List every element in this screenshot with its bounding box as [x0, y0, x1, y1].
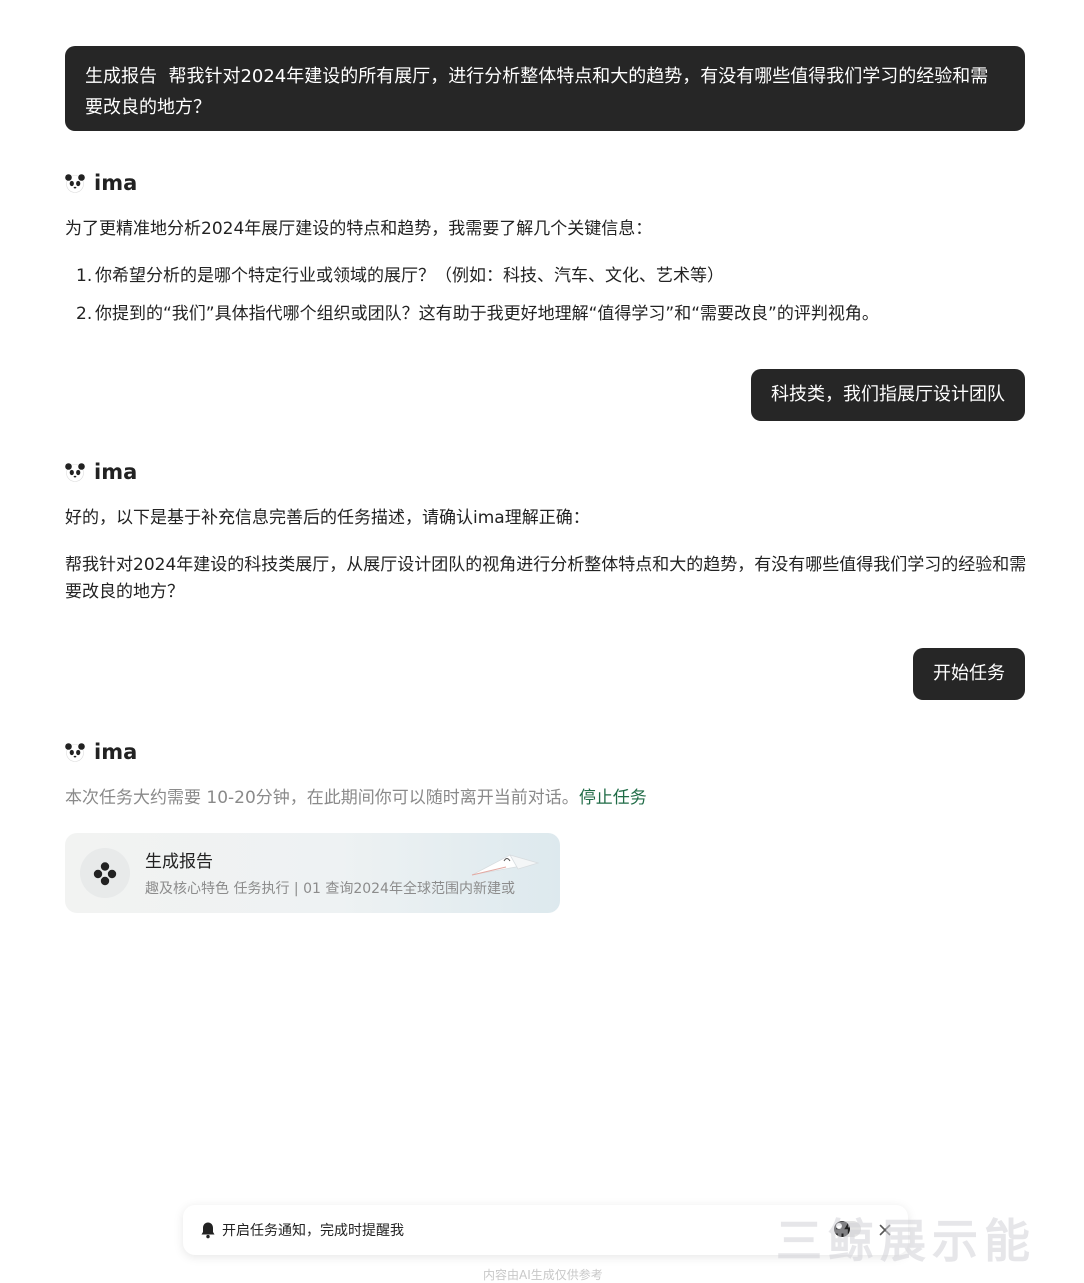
- ai-reply-2-task: 帮我针对2024年建设的科技类展厅，从展厅设计团队的视角进行分析整体特点和大的趋…: [65, 555, 1027, 602]
- stop-task-link[interactable]: 停止任务: [579, 788, 647, 808]
- notification-text: 开启任务通知，完成时提醒我: [222, 1223, 404, 1239]
- report-tag: 生成报告: [85, 66, 157, 87]
- flower-dots-icon: [93, 862, 117, 886]
- paper-plane-icon: [471, 854, 540, 876]
- task-duration-text: 本次任务大约需要 10-20分钟，在此期间你可以随时离开当前对话。: [65, 788, 579, 808]
- ai-name: ima: [94, 171, 138, 195]
- task-card-title: 生成报告: [145, 852, 213, 872]
- list-item: 2. 你提到的“我们”具体指代哪个组织或团队？这有助于我更好地理解“值得学习”和“…: [76, 304, 879, 324]
- ai-reply-3: 本次任务大约需要 10-20分钟，在此期间你可以随时离开当前对话。停止任务: [65, 785, 1030, 812]
- ai-header-2: ima: [64, 460, 137, 484]
- close-icon[interactable]: [879, 1224, 891, 1236]
- ai-disclaimer: 内容由AI生成仅供参考: [483, 1268, 603, 1282]
- notification-toggle[interactable]: [829, 1218, 863, 1240]
- panda-avatar-icon: [65, 463, 85, 482]
- user-message-1-text: 帮我针对2024年建设的所有展厅，进行分析整体特点和大的趋势，有没有哪些值得我们…: [85, 66, 989, 118]
- panda-avatar-icon: [65, 174, 85, 193]
- ai-reply-1-intro: 为了更精准地分析2024年展厅建设的特点和趋势，我需要了解几个关键信息：: [65, 219, 653, 239]
- user-message-1: 生成报告 帮我针对2024年建设的所有展厅，进行分析整体特点和大的趋势，有没有哪…: [65, 46, 1025, 131]
- ai-header-1: ima: [64, 171, 137, 195]
- task-icon-circle: [80, 848, 130, 898]
- ai-header-3: ima: [64, 740, 137, 764]
- task-card[interactable]: 生成报告 趣及核心特色 任务执行 | 01 查询2024年全球范围内新建或: [65, 833, 560, 913]
- bell-icon: [201, 1222, 215, 1239]
- ai-reply-2-intro: 好的，以下是基于补充信息完善后的任务描述，请确认ima理解正确：: [65, 508, 590, 528]
- ai-name: ima: [94, 460, 138, 484]
- panda-avatar-icon: [65, 743, 85, 762]
- user-message-2: 科技类，我们指展厅设计团队: [751, 369, 1025, 421]
- user-message-3: 开始任务: [913, 648, 1025, 700]
- notification-bar: 开启任务通知，完成时提醒我: [183, 1205, 908, 1255]
- clarifying-questions-list: 1. 你希望分析的是哪个特定行业或领域的展厅？（例如：科技、汽车、文化、艺术等） …: [76, 263, 879, 339]
- ai-name: ima: [94, 740, 138, 764]
- list-item: 1. 你希望分析的是哪个特定行业或领域的展厅？（例如：科技、汽车、文化、艺术等）: [76, 266, 724, 286]
